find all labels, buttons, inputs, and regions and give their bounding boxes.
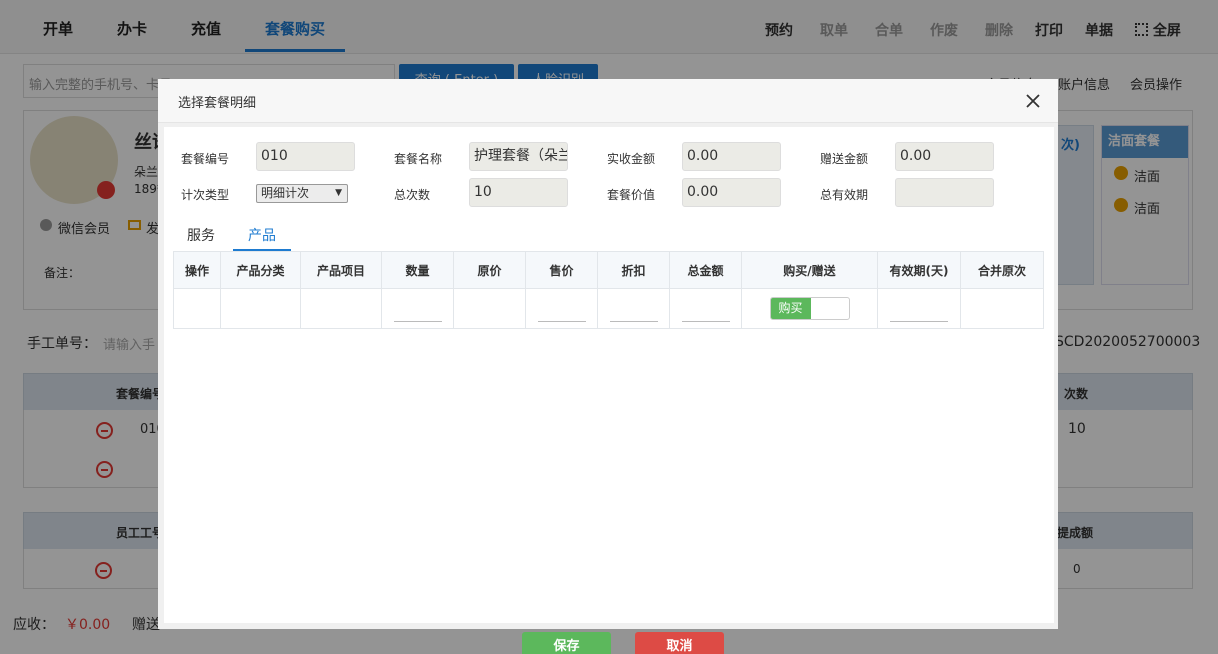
buy-gift-toggle[interactable]: 购买 [769, 297, 850, 320]
count-type-value: 明细计次 [261, 186, 310, 200]
cell-discount [597, 288, 670, 329]
validity-field [895, 178, 994, 207]
discount-input[interactable] [609, 302, 658, 322]
quantity-input[interactable] [393, 302, 442, 322]
cell-total-amount [669, 288, 742, 329]
received-amount-label: 实收金额 [607, 152, 656, 166]
package-value-field: 0.00 [682, 178, 781, 207]
save-button[interactable]: 保存 [522, 632, 611, 654]
product-table: 操作 产品分类 产品项目 数量 原价 售价 折扣 总金额 购买/赠送 有效期(天… [173, 251, 1044, 329]
count-type-label: 计次类型 [181, 188, 230, 202]
col-product-item: 产品项目 [300, 251, 382, 289]
dialog-title: 选择套餐明细 [178, 96, 257, 111]
col-sale-price: 售价 [525, 251, 598, 289]
cell-quantity [381, 288, 454, 329]
gift-amount-field: 0.00 [895, 142, 994, 171]
col-validity-days: 有效期(天) [877, 251, 961, 289]
cell-merge-original [960, 288, 1044, 329]
tab-product[interactable]: 产品 [233, 223, 291, 251]
col-product-category: 产品分类 [220, 251, 301, 289]
col-original-price: 原价 [453, 251, 526, 289]
package-code-label: 套餐编号 [181, 152, 230, 166]
cell-product-category [220, 288, 301, 329]
cell-product-item [300, 288, 382, 329]
table-header-row: 操作 产品分类 产品项目 数量 原价 售价 折扣 总金额 购买/赠送 有效期(天… [173, 251, 1044, 289]
cancel-button[interactable]: 取消 [635, 632, 724, 654]
dialog-header: 选择套餐明细 [158, 79, 1058, 123]
col-merge-original: 合并原次 [960, 251, 1044, 289]
cell-buy-gift: 购买 [741, 288, 878, 329]
total-count-field: 10 [469, 178, 568, 207]
toggle-buy-label: 购买 [770, 298, 811, 319]
cell-original-price [453, 288, 526, 329]
tab-service[interactable]: 服务 [176, 223, 226, 251]
received-amount-field: 0.00 [682, 142, 781, 171]
col-operation: 操作 [173, 251, 221, 289]
cell-sale-price [525, 288, 598, 329]
cell-validity-days [877, 288, 961, 329]
col-total-amount: 总金额 [669, 251, 742, 289]
col-buy-gift: 购买/赠送 [741, 251, 878, 289]
package-code-field: 010 [256, 142, 355, 171]
count-type-select[interactable]: 明细计次 ▼ [256, 184, 348, 203]
validity-days-input[interactable] [890, 302, 948, 322]
dropdown-arrow-icon: ▼ [335, 188, 342, 198]
col-quantity: 数量 [381, 251, 454, 289]
package-value-label: 套餐价值 [607, 188, 656, 202]
col-discount: 折扣 [597, 251, 670, 289]
sale-price-input[interactable] [537, 302, 586, 322]
table-row: 购买 [173, 288, 1044, 329]
gift-amount-label: 赠送金额 [820, 152, 869, 166]
package-name-field: 护理套餐（朵兰 [469, 142, 568, 171]
close-icon[interactable] [1026, 94, 1040, 108]
validity-label: 总有效期 [820, 188, 869, 202]
total-count-label: 总次数 [394, 188, 431, 202]
cell-operation [173, 288, 221, 329]
total-amount-input[interactable] [681, 302, 730, 322]
package-detail-dialog: 选择套餐明细 套餐编号 010 套餐名称 护理套餐（朵兰 实收金额 0.00 赠… [158, 79, 1058, 654]
dialog-body: 套餐编号 010 套餐名称 护理套餐（朵兰 实收金额 0.00 赠送金额 0.0… [164, 127, 1054, 654]
package-name-label: 套餐名称 [394, 152, 443, 166]
